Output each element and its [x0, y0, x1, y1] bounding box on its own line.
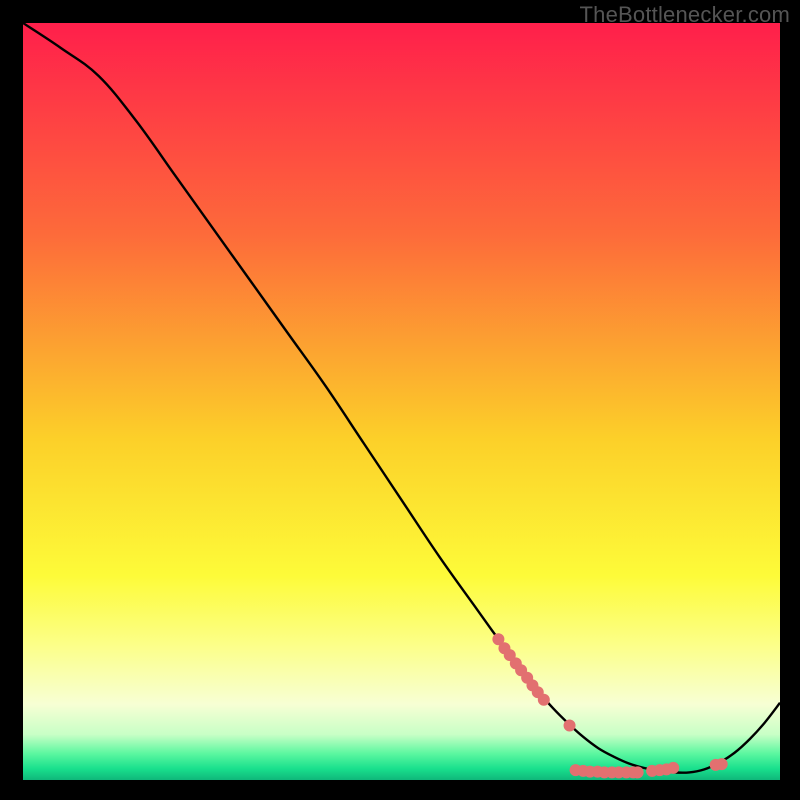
- data-marker: [632, 766, 644, 778]
- data-marker: [667, 762, 679, 774]
- chart-svg: [23, 23, 780, 780]
- chart-plot-area: [23, 23, 780, 780]
- chart-frame: TheBottlenecker.com: [0, 0, 800, 800]
- data-marker: [538, 694, 550, 706]
- data-marker: [716, 758, 728, 770]
- data-marker: [564, 720, 576, 732]
- gradient-background: [23, 23, 780, 780]
- watermark-text: TheBottlenecker.com: [580, 2, 790, 28]
